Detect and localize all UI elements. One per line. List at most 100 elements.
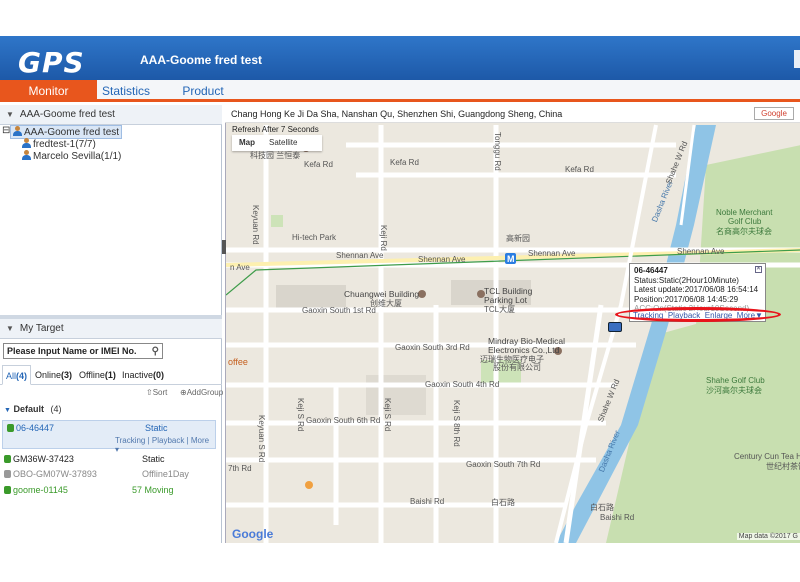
- map-label: 高新园: [506, 234, 530, 243]
- car-icon: [4, 470, 11, 478]
- map-type-satellite[interactable]: Satellite: [262, 135, 304, 151]
- header-edge: [794, 50, 800, 68]
- device-row[interactable]: OBO-GM07W-37893 Offline1Day: [0, 467, 218, 481]
- map-label: Keji S Rd: [383, 398, 392, 432]
- tab-monitor[interactable]: Monitor: [0, 80, 97, 102]
- refresh-countdown: Refresh After 7 Seconds: [232, 125, 319, 134]
- map-label: 科技园 兰恒泰: [250, 151, 301, 160]
- map-label: Gaoxin South 1st Rd: [302, 306, 376, 315]
- tree-item-marcelo[interactable]: Marcelo Sevilla(1/1): [22, 150, 121, 162]
- map-label: Gaoxin South 6th Rd: [306, 416, 381, 425]
- tree-item-label: Marcelo Sevilla(1/1): [33, 151, 122, 162]
- map-label: Shennan Ave: [336, 251, 384, 260]
- poi-icon: [305, 481, 313, 489]
- target-panel-title: My Target: [19, 323, 64, 334]
- car-icon: [7, 424, 14, 432]
- map-label: 世纪村茶馆: [766, 462, 800, 471]
- map-label: Keyuan S Rd: [257, 415, 266, 463]
- device-name: OBO-GM07W-37893: [4, 469, 97, 479]
- map-type-map[interactable]: Map: [232, 135, 262, 151]
- tree-panel-header[interactable]: ▼ AAA-Goome fred test: [0, 105, 222, 125]
- device-name: GM36W-37423: [4, 454, 74, 464]
- map-label: Kefa Rd: [304, 160, 333, 169]
- target-search-input[interactable]: Please Input Name or IMEI No. ⚲: [3, 343, 163, 359]
- device-row[interactable]: goome-01145 57 Moving: [0, 483, 218, 497]
- filter-online[interactable]: Online(3): [35, 365, 72, 385]
- sort-button[interactable]: ⇧Sort: [146, 388, 167, 397]
- gps-logo: GPS: [18, 46, 85, 79]
- car-icon: [4, 455, 11, 463]
- device-status: Static: [145, 423, 168, 433]
- map-label: Noble Merchant: [716, 208, 773, 217]
- group-count: (4): [50, 404, 62, 414]
- map-label: Gaoxin South 3rd Rd: [395, 343, 470, 352]
- map-label: Shahe Golf Club: [706, 376, 765, 385]
- tab-statistics[interactable]: Statistics: [97, 80, 155, 102]
- map-label: offee: [228, 357, 248, 367]
- map-label: Baishi Rd: [600, 513, 635, 522]
- map-label: 白石路: [590, 503, 614, 512]
- map-label: Keyuan Rd: [251, 205, 260, 245]
- map-label: 股份有限公司: [493, 363, 541, 372]
- map-label: n Ave: [230, 263, 250, 272]
- map-label: Shennan Ave: [677, 247, 725, 256]
- highlight-ellipse: [615, 307, 781, 322]
- map-label: Keji S Rd: [296, 398, 305, 432]
- tree-root[interactable]: AAA-Goome fred test: [10, 125, 123, 139]
- device-row[interactable]: 06-46447 Static Tracking | Playback | Mo…: [2, 420, 216, 454]
- google-logo: Google: [232, 527, 274, 541]
- map-label: Gaoxin South 7th Rd: [466, 460, 541, 469]
- map-green: [271, 215, 283, 227]
- vehicle-marker-icon[interactable]: [608, 322, 622, 332]
- collapse-arrow-icon[interactable]: ▼: [6, 105, 14, 125]
- close-icon[interactable]: ✕: [755, 266, 762, 273]
- poi-icon: [418, 290, 426, 298]
- collapse-arrow-icon[interactable]: ▼: [6, 319, 14, 339]
- map-label: Kefa Rd: [390, 158, 419, 167]
- main-tabbar: Monitor Statistics Product: [0, 80, 800, 102]
- device-status: Offline1Day: [142, 469, 189, 479]
- svg-text:M: M: [507, 254, 515, 264]
- google-map-source[interactable]: Google: [754, 107, 794, 120]
- group-expand-icon[interactable]: ▼: [4, 407, 11, 414]
- map-label: 7th Rd: [228, 464, 252, 473]
- popup-latest: Latest update:2017/06/08 16:54:14: [634, 285, 759, 294]
- car-icon: [4, 486, 11, 494]
- map-type-control: Map Satellite: [232, 135, 322, 151]
- user-icon: [22, 150, 31, 160]
- tab-product[interactable]: Product: [172, 80, 234, 102]
- device-status: Static: [142, 454, 165, 464]
- filter-inactive[interactable]: Inactive(0): [122, 365, 164, 385]
- tree-item-fredtest[interactable]: fredtest-1(7/7): [22, 138, 96, 150]
- app-header: [0, 36, 800, 80]
- map-label: Baishi Rd: [410, 497, 445, 506]
- device-name: 06-46447: [7, 423, 54, 433]
- filter-all[interactable]: All(4): [2, 365, 32, 385]
- map-label: TCL大厦: [484, 305, 516, 314]
- address-bar: Chang Hong Ke Ji Da Sha, Nanshan Qu, She…: [225, 105, 800, 123]
- map-label: 白石路: [491, 498, 515, 507]
- popup-title: 06-46447: [634, 266, 668, 275]
- map-graphics: M: [226, 124, 800, 543]
- device-name: goome-01145: [4, 485, 68, 495]
- map-block: [366, 375, 426, 415]
- map-canvas[interactable]: M: [225, 105, 800, 543]
- target-panel-header[interactable]: ▼ My Target: [0, 319, 222, 339]
- map-label: 沙河高尔夫球会: [706, 386, 762, 395]
- app-window: GPS AAA-Goome fred test Monitor Statisti…: [0, 0, 800, 582]
- map-label: Kefa Rd: [565, 165, 594, 174]
- device-row[interactable]: GM36W-37423 Static: [0, 452, 218, 466]
- account-tree: ⊟ AAA-Goome fred test fredtest-1(7/7) Ma…: [0, 125, 222, 315]
- filter-offline[interactable]: Offline(1): [79, 365, 116, 385]
- map-label: Keji Rd: [379, 225, 388, 251]
- map-label: Century Cun Tea House: [734, 452, 800, 461]
- add-group-button[interactable]: ⊕AddGroup: [180, 388, 223, 397]
- map-label: Hi-tech Park: [292, 233, 337, 242]
- tree-item-label: fredtest-1(7/7): [33, 139, 96, 150]
- search-icon[interactable]: ⚲: [152, 345, 159, 359]
- group-default[interactable]: ▼ Default (4): [4, 404, 61, 414]
- panel-collapse-handle[interactable]: [222, 240, 226, 254]
- map-label: Golf Club: [728, 217, 762, 226]
- group-icon: [13, 126, 22, 136]
- tree-root-label: AAA-Goome fred test: [24, 127, 120, 138]
